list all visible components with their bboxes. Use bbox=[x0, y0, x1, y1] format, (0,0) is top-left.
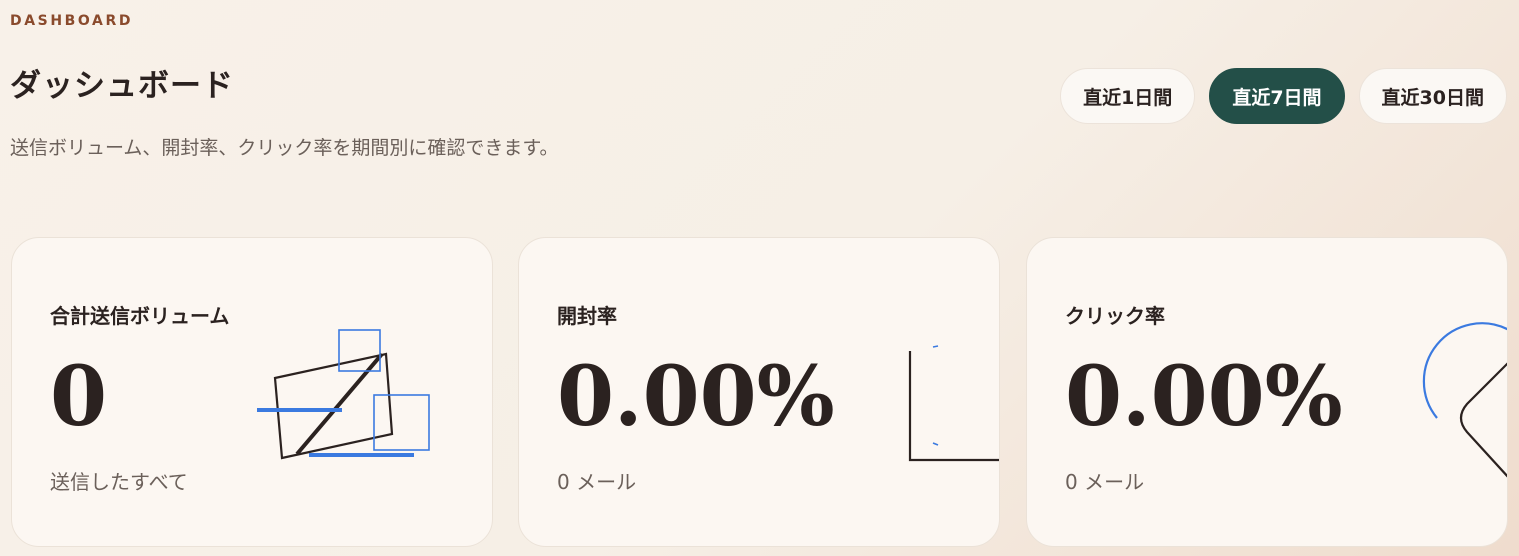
range-30-days-button[interactable]: 直近30日間 bbox=[1358, 68, 1507, 124]
card-open-rate: 開封率 0.00% 0 メール bbox=[518, 237, 1000, 547]
range-7-days-button[interactable]: 直近7日間 bbox=[1209, 68, 1345, 124]
page-subtitle: 送信ボリューム、開封率、クリック率を期間別に確認できます。 bbox=[10, 137, 559, 159]
envelope-illustration-icon bbox=[257, 329, 430, 460]
card-click-rate: クリック率 0.00% 0 メール bbox=[1026, 237, 1508, 547]
card-total-volume: 合計送信ボリューム 0 送信したすべて bbox=[11, 237, 493, 547]
click-illustration-icon bbox=[1422, 322, 1507, 478]
page-title: ダッシュボード bbox=[10, 68, 234, 104]
date-range-selector: 直近1日間 直近7日間 直近30日間 bbox=[1060, 68, 1507, 124]
page-eyebrow: DASHBOARD bbox=[10, 13, 134, 29]
range-1-day-button[interactable]: 直近1日間 bbox=[1060, 68, 1196, 124]
open-illustration-icon bbox=[908, 345, 999, 462]
